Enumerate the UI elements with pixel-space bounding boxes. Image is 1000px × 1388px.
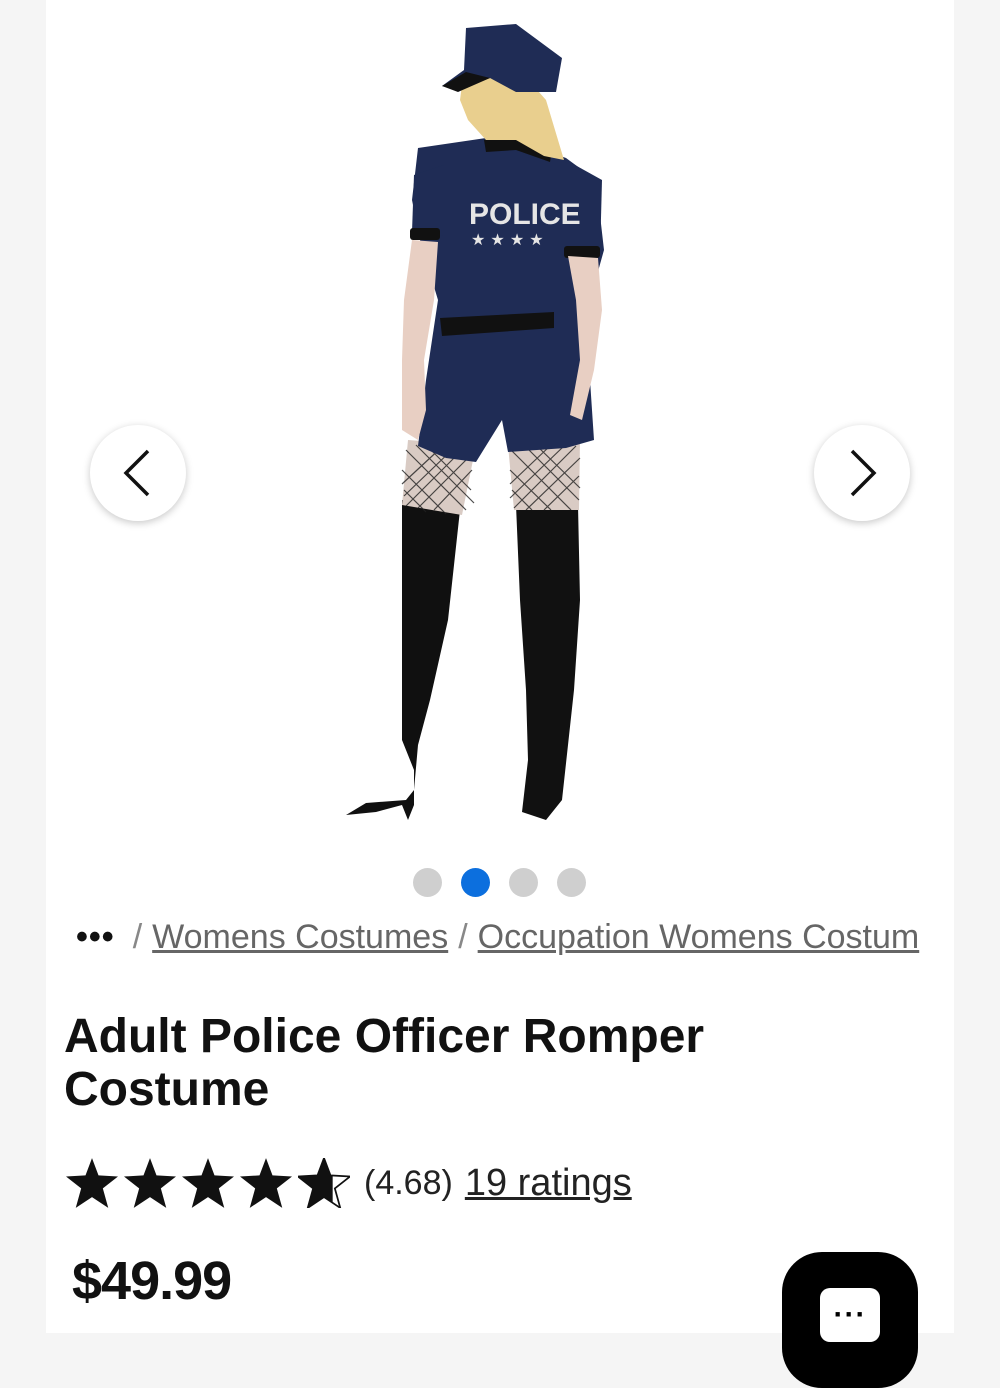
gallery-dot-2[interactable] (461, 868, 490, 897)
star-icon (124, 1158, 176, 1208)
next-image-button[interactable] (814, 425, 910, 521)
right-boot (516, 505, 580, 820)
gallery-pagination (413, 868, 586, 897)
chat-button[interactable]: ··· (782, 1252, 918, 1388)
ratings-link[interactable]: 19 ratings (465, 1162, 632, 1205)
chevron-right-icon (850, 449, 877, 497)
star-icon (66, 1158, 118, 1208)
chat-bubble-icon: ··· (820, 1288, 880, 1342)
product-price: $49.99 (72, 1251, 232, 1311)
left-boot (346, 500, 460, 820)
left-sleeve (412, 165, 444, 236)
partial-star-icon (298, 1158, 350, 1208)
svg-text:★ ★ ★ ★: ★ ★ ★ ★ (471, 230, 544, 249)
product-title-line-2: Costume (64, 1063, 270, 1116)
gallery-dot-1[interactable] (413, 868, 442, 897)
star-icon (182, 1158, 234, 1208)
gallery-dot-4[interactable] (557, 868, 586, 897)
breadcrumb-more-button[interactable]: ••• (76, 918, 115, 957)
breadcrumb-separator: / (132, 917, 143, 956)
product-page: POLICE ★ ★ ★ ★ ••• / Womens Costumes / O… (46, 0, 954, 1388)
product-gallery[interactable]: POLICE ★ ★ ★ ★ (46, 0, 954, 860)
garment-print: POLICE (469, 198, 581, 231)
star-icon (240, 1158, 292, 1208)
breadcrumb-link-occupation[interactable]: Occupation Womens Costum (478, 918, 920, 957)
chevron-left-icon (123, 449, 150, 497)
gallery-dot-3[interactable] (509, 868, 538, 897)
product-image: POLICE ★ ★ ★ ★ (346, 24, 604, 820)
rating-stars (66, 1158, 350, 1208)
breadcrumb-link-womens-costumes[interactable]: Womens Costumes (152, 918, 448, 957)
breadcrumb: ••• / Womens Costumes / Occupation Women… (76, 912, 936, 962)
product-rating: (4.68) 19 ratings (66, 1158, 632, 1208)
previous-image-button[interactable] (90, 425, 186, 521)
product-title: Adult Police Officer Romper Costume (64, 1010, 824, 1116)
rating-value: (4.68) (364, 1163, 453, 1202)
breadcrumb-separator: / (458, 917, 468, 956)
product-title-line-1: Adult Police Officer Romper (64, 1010, 705, 1063)
